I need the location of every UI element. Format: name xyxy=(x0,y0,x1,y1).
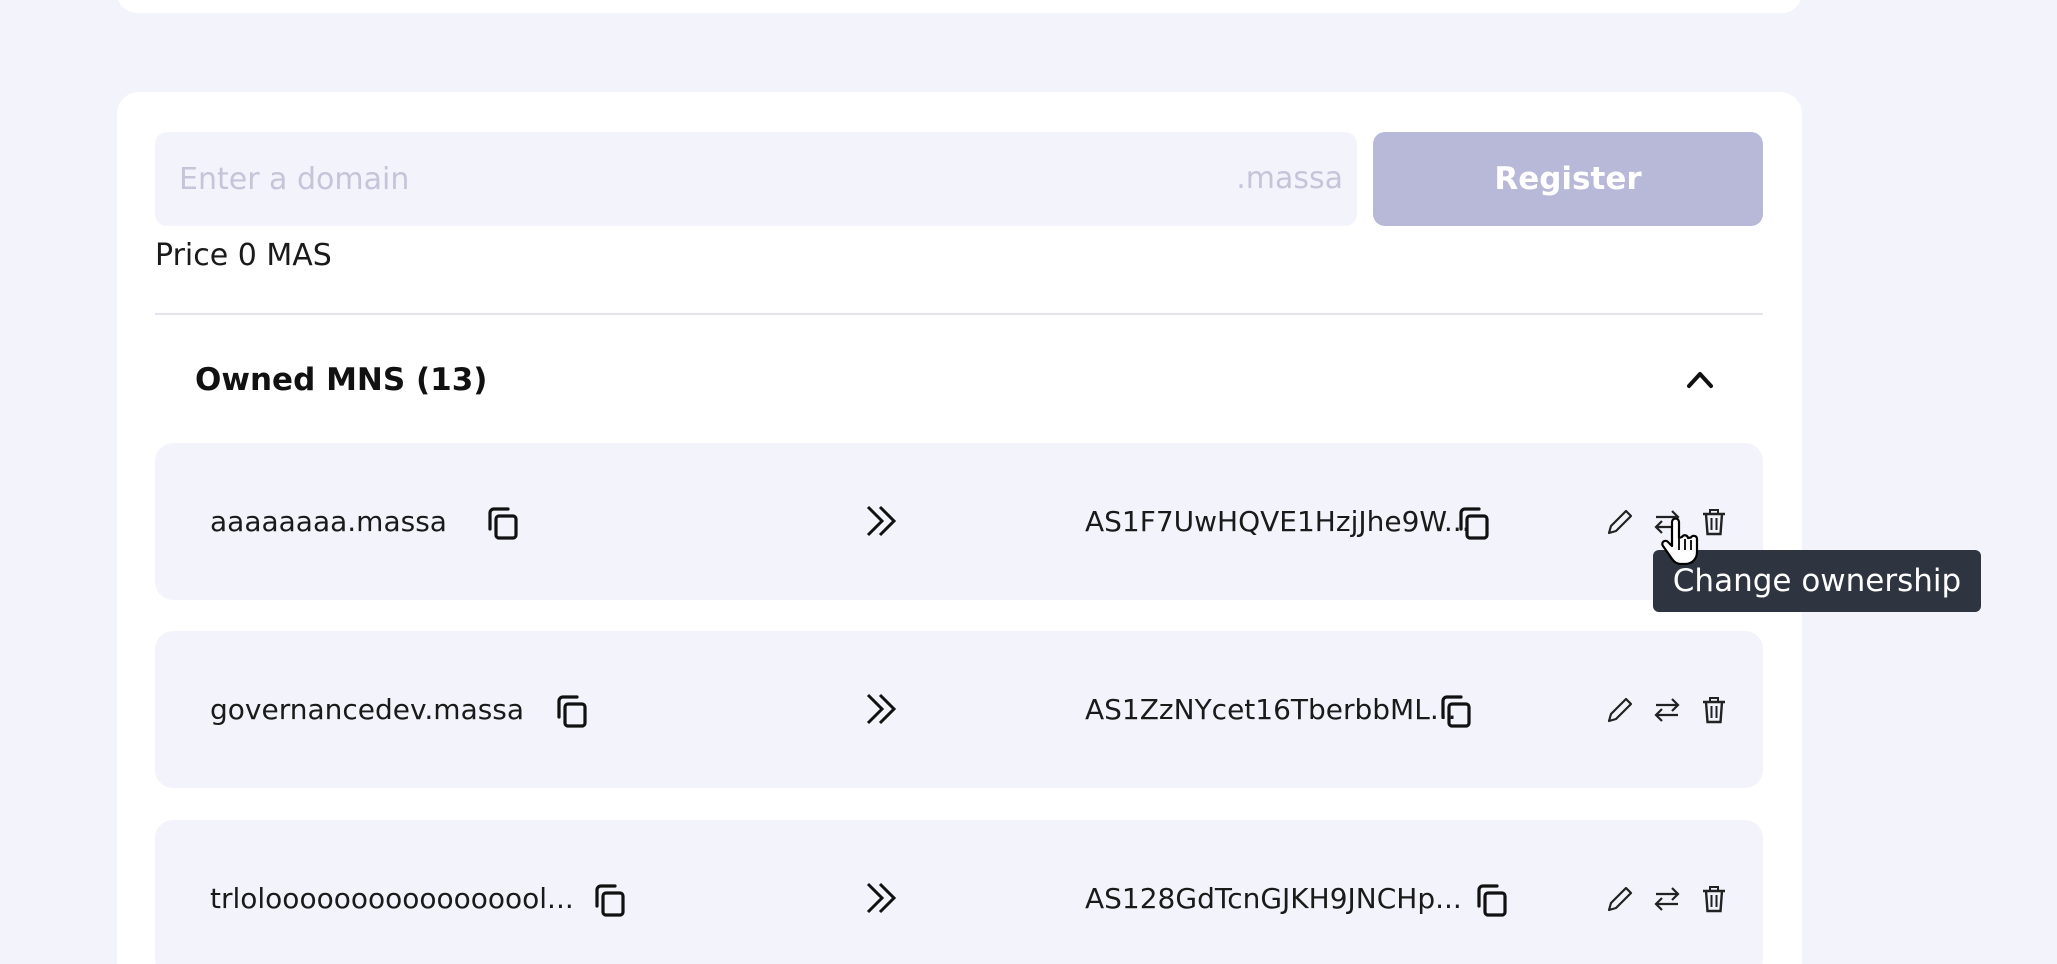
domain-name: aaaaaaaa.massa xyxy=(210,505,447,538)
double-chevron-right-icon xyxy=(866,882,897,914)
target-address: AS1ZzNYcet16TberbbML... xyxy=(1085,693,1457,726)
copy-icon[interactable] xyxy=(1453,503,1495,545)
domain-input[interactable] xyxy=(179,132,1139,226)
hand-cursor-icon xyxy=(1661,518,1699,566)
domain-name: trlolooooooooooooooool... xyxy=(210,882,574,915)
copy-icon[interactable] xyxy=(482,503,524,545)
copy-icon[interactable] xyxy=(551,691,593,733)
pencil-icon[interactable] xyxy=(1605,695,1635,725)
owned-mns-row: trlolooooooooooooooool... AS128GdTcnGJKH… xyxy=(155,820,1763,964)
divider xyxy=(155,313,1763,315)
owned-mns-row: governancedev.massa AS1ZzNYcet16TberbbML… xyxy=(155,631,1763,788)
owned-mns-row: aaaaaaaa.massa AS1F7UwHQVE1HzjJhe9W... xyxy=(155,443,1763,600)
swap-arrows-icon[interactable] xyxy=(1652,695,1682,725)
copy-icon[interactable] xyxy=(1435,691,1477,733)
chevron-up-icon[interactable] xyxy=(1684,366,1716,392)
domain-field[interactable]: .massa xyxy=(155,132,1357,226)
price-label: Price 0 MAS xyxy=(155,238,332,273)
trash-icon[interactable] xyxy=(1699,507,1729,537)
swap-arrows-icon[interactable] xyxy=(1652,884,1682,914)
owned-mns-title: Owned MNS (13) xyxy=(195,362,488,398)
register-button[interactable]: Register xyxy=(1373,132,1763,226)
target-address: AS1F7UwHQVE1HzjJhe9W... xyxy=(1085,505,1471,538)
domain-suffix: .massa xyxy=(1236,161,1343,196)
double-chevron-right-icon xyxy=(866,693,897,725)
double-chevron-right-icon xyxy=(866,505,897,537)
target-address: AS128GdTcnGJKH9JNCHp... xyxy=(1085,882,1462,915)
pencil-icon[interactable] xyxy=(1605,884,1635,914)
trash-icon[interactable] xyxy=(1699,695,1729,725)
top-card xyxy=(117,0,1802,13)
copy-icon[interactable] xyxy=(589,880,631,922)
copy-icon[interactable] xyxy=(1471,880,1513,922)
change-ownership-tooltip: Change ownership xyxy=(1653,550,1981,612)
pencil-icon[interactable] xyxy=(1605,507,1635,537)
trash-icon[interactable] xyxy=(1699,884,1729,914)
domain-name: governancedev.massa xyxy=(210,693,525,726)
